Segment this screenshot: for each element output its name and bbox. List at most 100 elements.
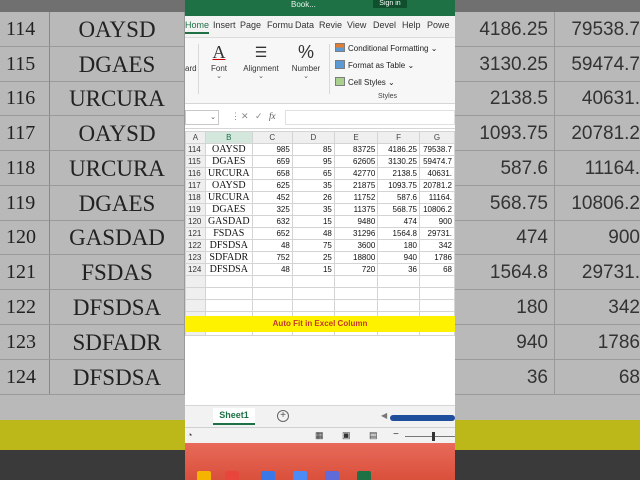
cell[interactable]: 452 [251,191,293,204]
cell[interactable]: 3130.25 [377,155,420,168]
row-header[interactable]: 114 [185,143,206,156]
cell[interactable]: 59474.7 [418,155,455,168]
cell[interactable]: 752 [251,251,293,264]
cell[interactable]: 75 [291,239,335,252]
tab-help[interactable]: Help [402,20,421,30]
name-cell[interactable]: DFSDSA [204,263,253,276]
cell[interactable]: 1786 [418,251,455,264]
cell[interactable]: 11752 [333,191,379,204]
chrome-icon[interactable] [225,471,239,480]
store-icon[interactable] [293,471,307,480]
cell[interactable]: 568.75 [377,203,420,216]
cell[interactable]: 985 [251,143,293,156]
formula-input[interactable] [285,110,455,125]
zoom-out-icon[interactable]: − [393,429,399,440]
cell[interactable]: 2138.5 [377,167,420,180]
enter-icon[interactable]: ✓ [255,111,263,122]
row-header[interactable]: 121 [185,227,206,240]
insert-function-icon[interactable]: fx [269,111,276,121]
row-header[interactable]: 116 [185,167,206,180]
row-header[interactable]: 119 [185,203,206,216]
cell[interactable]: 40631. [418,167,455,180]
excel-taskbar-icon[interactable] [357,471,371,480]
cell[interactable]: 85 [291,143,335,156]
empty-cell[interactable] [333,275,379,288]
tab-powe[interactable]: Powe [427,20,450,30]
empty-cell[interactable] [291,299,335,312]
cell[interactable]: 18800 [333,251,379,264]
font-button[interactable]: A Font ⌄ [203,40,235,81]
empty-cell[interactable] [418,287,455,300]
scroll-left-icon[interactable]: ◀ [381,411,387,420]
page-break-preview-icon[interactable]: ▤ [369,430,378,441]
row-header[interactable]: 118 [185,191,206,204]
tab-devel[interactable]: Devel [373,20,396,30]
cell[interactable]: 31296 [333,227,379,240]
page-layout-icon[interactable]: ▣ [342,430,351,441]
cell[interactable]: 474 [377,215,420,228]
name-cell[interactable]: SDFADR [204,251,253,264]
cell[interactable]: 1093.75 [377,179,420,192]
name-cell[interactable]: URCURA [204,191,253,204]
empty-cell[interactable] [204,299,253,312]
zoom-slider-thumb[interactable] [432,432,435,441]
alignment-button[interactable]: ☰ Alignment ⌄ [239,40,283,81]
cell[interactable]: 79538.7 [418,143,455,156]
tab-revie[interactable]: Revie [319,20,342,30]
name-cell[interactable]: OAYSD [204,143,253,156]
empty-cell[interactable] [185,275,206,288]
cell[interactable]: 83725 [333,143,379,156]
row-header[interactable]: 120 [185,215,206,228]
name-cell[interactable]: DGAES [204,155,253,168]
cell[interactable]: 180 [377,239,420,252]
sheet-grid[interactable]: ABCDEFG 114 OAYSD 985 85 83725 4186.25 79538.7… [185,131,455,336]
cell[interactable]: 42770 [333,167,379,180]
empty-cell[interactable] [185,299,206,312]
tab-home[interactable]: Home [185,20,210,34]
name-cell[interactable]: DFSDSA [204,239,253,252]
cell[interactable]: 15 [291,215,335,228]
format-as-table-button[interactable]: Format as Table ⌄ [335,60,414,70]
cell[interactable]: 652 [251,227,293,240]
tab-data[interactable]: Data [295,20,314,30]
empty-cell[interactable] [204,275,253,288]
empty-cell[interactable] [333,299,379,312]
cell[interactable]: 342 [418,239,455,252]
column-header-b[interactable]: B [204,131,253,144]
column-header-f[interactable]: F [377,131,420,144]
empty-cell[interactable] [291,287,335,300]
cell[interactable]: 26 [291,191,335,204]
name-cell[interactable]: OAYSD [204,179,253,192]
empty-cell[interactable] [251,299,293,312]
name-cell[interactable]: URCURA [204,167,253,180]
cell[interactable]: 68 [418,263,455,276]
empty-cell[interactable] [377,275,420,288]
row-header[interactable]: 122 [185,239,206,252]
empty-cell[interactable] [251,287,293,300]
empty-cell[interactable] [333,287,379,300]
cell[interactable]: 659 [251,155,293,168]
cell[interactable]: 720 [333,263,379,276]
cell[interactable]: 3600 [333,239,379,252]
app-icon[interactable] [325,471,339,480]
cell[interactable]: 25 [291,251,335,264]
cell[interactable]: 65 [291,167,335,180]
empty-cell[interactable] [377,299,420,312]
cell[interactable]: 36 [377,263,420,276]
empty-cell[interactable] [418,299,455,312]
cell[interactable]: 35 [291,179,335,192]
column-header-c[interactable]: C [251,131,293,144]
row-header[interactable]: 124 [185,263,206,276]
file-explorer-icon[interactable] [197,471,211,480]
column-header-d[interactable]: D [291,131,335,144]
clipboard-group[interactable]: ard [185,40,197,73]
cell[interactable]: 4186.25 [377,143,420,156]
empty-cell[interactable] [251,275,293,288]
cell[interactable]: 900 [418,215,455,228]
tab-formu[interactable]: Formu [267,20,293,30]
cell[interactable]: 48 [251,239,293,252]
column-header-g[interactable]: G [418,131,455,144]
cell[interactable]: 11164. [418,191,455,204]
tab-page[interactable]: Page [240,20,261,30]
cancel-icon[interactable]: ✕ [241,111,249,122]
